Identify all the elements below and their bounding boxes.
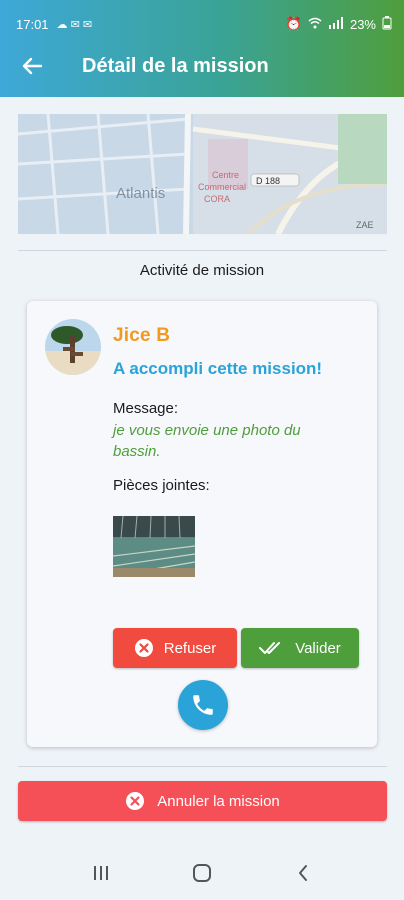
- recent-apps-icon[interactable]: [81, 853, 121, 893]
- back-arrow-icon[interactable]: [20, 54, 44, 78]
- map-label-road: D 188: [256, 176, 280, 186]
- map-label-zae: ZAE: [356, 220, 374, 230]
- close-circle-icon: [126, 792, 145, 810]
- divider: [18, 766, 387, 767]
- message-text: je vous envoie une photo du bassin.: [113, 422, 301, 460]
- close-circle-icon: [134, 639, 153, 657]
- user-name: Jice B: [113, 325, 171, 346]
- battery-text: 23%: [349, 16, 376, 32]
- cancel-mission-label: Annuler la mission: [157, 792, 280, 810]
- attachment-thumbnail[interactable]: [113, 516, 195, 577]
- message-label: Message:: [113, 400, 179, 417]
- map-label-cora: CORA: [204, 194, 230, 204]
- system-nav-bar: [0, 846, 404, 900]
- map-label-centre: Centre: [212, 170, 239, 180]
- cancel-mission-button[interactable]: Annuler la mission: [18, 781, 387, 821]
- refuse-label: Refuser: [163, 639, 217, 657]
- map-label-atlantis: Atlantis: [116, 185, 165, 202]
- status-app-icons: ☁ ✉ ✉: [56, 18, 93, 31]
- refuse-button[interactable]: Refuser: [113, 628, 237, 668]
- signal-icon: [328, 16, 344, 32]
- validate-label: Valider: [295, 639, 341, 657]
- back-nav-icon[interactable]: [283, 853, 323, 893]
- validate-button[interactable]: Valider: [241, 628, 359, 668]
- battery-icon: [382, 15, 392, 33]
- double-check-icon: [259, 642, 281, 654]
- page-title: Détail de la mission: [82, 54, 269, 77]
- call-button[interactable]: [178, 680, 228, 730]
- phone-icon: [193, 695, 213, 715]
- divider: [18, 250, 387, 251]
- status-text: A accompli cette mission!: [113, 359, 323, 378]
- mission-map[interactable]: Atlantis Centre Commercial CORA D 188 ZA…: [18, 114, 387, 234]
- avatar: [45, 319, 101, 375]
- activity-card: Jice B A accompli cette mission! Message…: [27, 301, 377, 747]
- map-label-commercial: Commercial: [198, 182, 246, 192]
- status-bar: 17:01 ☁ ✉ ✉ ⏰ 23%: [16, 14, 392, 34]
- home-icon[interactable]: [182, 853, 222, 893]
- activity-title: Activité de mission: [139, 262, 265, 279]
- attachments-label: Pièces jointes:: [113, 477, 210, 494]
- alarm-icon: ⏰: [285, 16, 302, 31]
- status-time: 17:01: [16, 16, 49, 32]
- app-header: 17:01 ☁ ✉ ✉ ⏰ 23% Détail de la mission: [0, 0, 404, 97]
- wifi-icon: [308, 17, 322, 32]
